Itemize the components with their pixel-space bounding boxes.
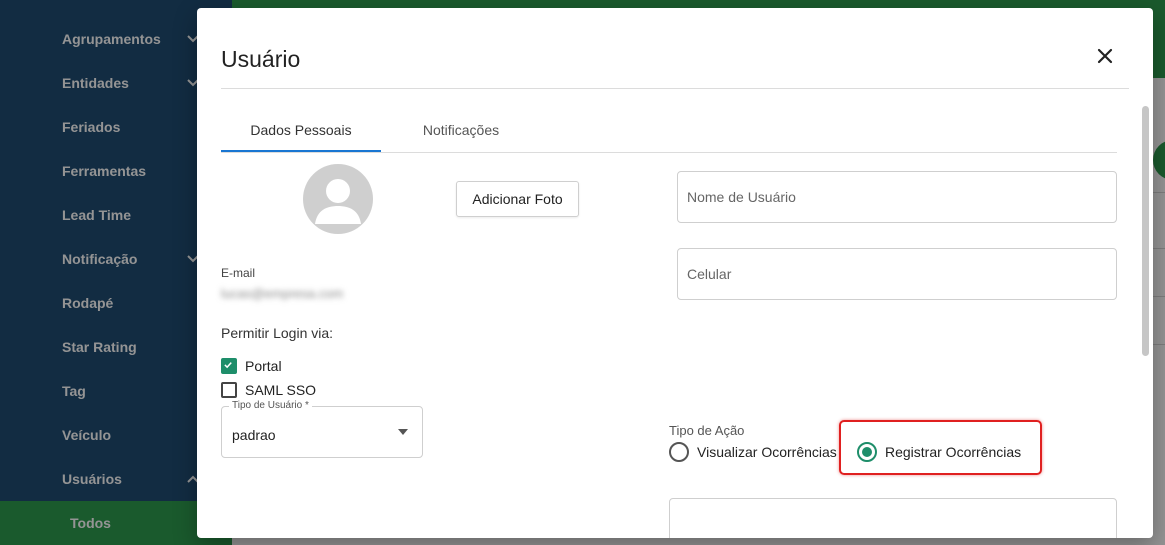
radio-visualizar-ocorrencias[interactable]: Visualizar Ocorrências <box>669 442 837 462</box>
select-value: padrao <box>232 427 276 443</box>
checkbox-label: SAML SSO <box>245 382 317 398</box>
tab-dados-pessoais[interactable]: Dados Pessoais <box>221 108 381 152</box>
user-dialog: Usuário Dados Pessoais Notificações Adic… <box>197 8 1153 538</box>
avatar <box>303 164 373 234</box>
tab-label: Dados Pessoais <box>250 122 352 138</box>
tab-notificacoes[interactable]: Notificações <box>381 108 541 152</box>
divider <box>221 88 1129 89</box>
checkbox-checked[interactable] <box>221 358 237 374</box>
portal-checkbox[interactable]: Portal <box>221 356 282 376</box>
email-label: E-mail <box>221 266 256 280</box>
close-icon[interactable] <box>1091 42 1119 70</box>
dropdown-arrow-icon <box>398 429 408 435</box>
divider <box>221 152 1117 153</box>
phone-input[interactable] <box>687 249 1082 299</box>
additional-field[interactable] <box>669 498 1117 538</box>
check-icon <box>224 362 232 369</box>
saml-sso-checkbox[interactable]: SAML SSO <box>221 380 316 400</box>
dialog-title: Usuário <box>221 46 301 72</box>
add-photo-button[interactable]: Adicionar Foto <box>456 181 579 217</box>
checkbox-label: Portal <box>245 358 282 374</box>
username-field <box>677 171 1117 223</box>
checkbox-unchecked[interactable] <box>221 382 237 398</box>
radio-unselected[interactable] <box>669 442 689 462</box>
highlight-annotation <box>839 420 1042 475</box>
person-icon <box>315 179 361 224</box>
select-legend: Tipo de Usuário * <box>229 400 312 411</box>
radio-label: Visualizar Ocorrências <box>697 444 837 460</box>
scrollbar[interactable] <box>1142 106 1149 356</box>
username-input[interactable] <box>687 172 1082 222</box>
tab-label: Notificações <box>422 122 500 138</box>
login-via-label: Permitir Login via: <box>221 325 334 341</box>
action-type-label: Tipo de Ação <box>669 423 745 438</box>
phone-field <box>677 248 1117 300</box>
email-value: lucas@empresa.com <box>221 286 344 301</box>
user-type-select[interactable]: Tipo de Usuário * padrao <box>221 400 423 458</box>
